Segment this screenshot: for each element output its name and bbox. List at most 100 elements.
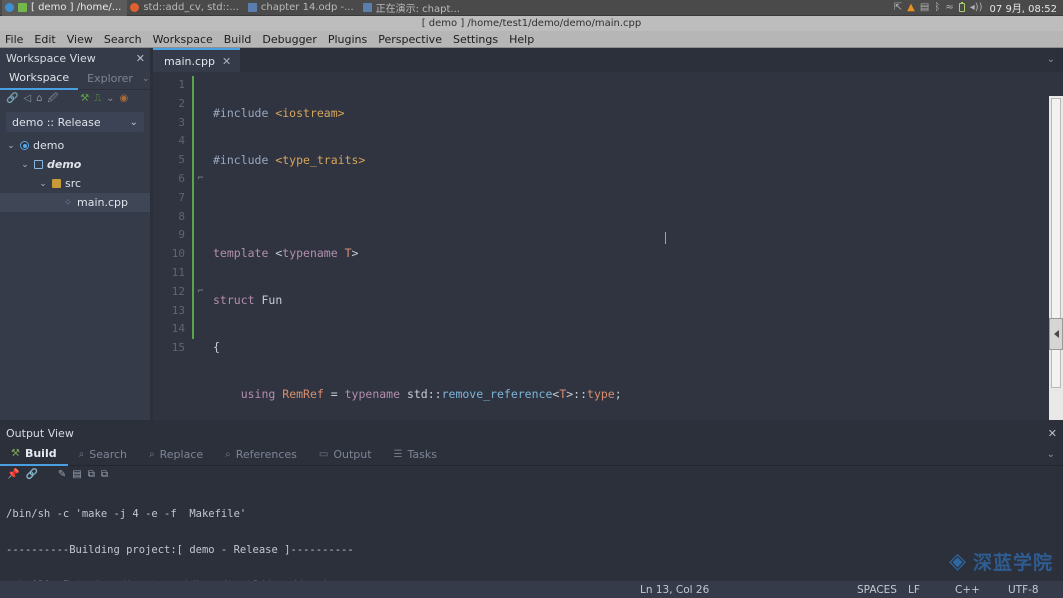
flag-icon[interactable]: ◁ — [23, 94, 31, 104]
fold-marker[interactable] — [196, 132, 205, 151]
build-log[interactable]: /bin/sh -c 'make -j 4 -e -f Makefile' --… — [0, 482, 1063, 583]
encoding[interactable]: UTF-8 — [1008, 584, 1039, 596]
tree-item-file-main-cpp[interactable]: ⁘ main.cpp — [0, 193, 150, 212]
menu-settings[interactable]: Settings — [453, 33, 498, 46]
twisty-icon[interactable]: ⌄ — [20, 160, 30, 170]
menu-search[interactable]: Search — [104, 33, 142, 46]
fold-marker[interactable] — [196, 76, 205, 95]
taskbar-item-label: [ demo ] /home/... — [31, 2, 121, 13]
menu-workspace[interactable]: Workspace — [153, 33, 213, 46]
menu-perspective[interactable]: Perspective — [378, 33, 442, 46]
tab-workspace[interactable]: Workspace — [0, 68, 78, 90]
fold-marker[interactable] — [196, 245, 205, 264]
wifi-icon[interactable]: ≈ — [945, 3, 953, 13]
close-icon[interactable]: ✕ — [222, 55, 231, 68]
link-icon[interactable]: 🔗 — [6, 94, 18, 104]
tab-references[interactable]: ⌕ References — [214, 443, 308, 466]
chevron-down-icon[interactable]: ⌄ — [1047, 54, 1063, 67]
fold-marker[interactable] — [196, 264, 205, 283]
run-icon[interactable]: ⚒ — [80, 94, 89, 104]
code-line: struct Fun — [213, 291, 1063, 310]
close-icon[interactable]: ✕ — [1048, 427, 1057, 440]
chevron-down-icon[interactable]: ⌄ — [106, 94, 114, 104]
build-config-selector[interactable]: demo :: Release ⌄ — [6, 112, 144, 132]
fold-marker[interactable] — [196, 189, 205, 208]
tab-build[interactable]: ⚒ Build — [0, 443, 68, 466]
home-icon[interactable]: ⌂ — [36, 94, 42, 104]
language-mode[interactable]: C++ — [955, 584, 980, 596]
warning-icon[interactable]: ▲ — [907, 2, 915, 13]
fold-marker[interactable] — [196, 114, 205, 133]
window-title: [ demo ] /home/test1/demo/demo/main.cpp — [422, 18, 642, 29]
fold-marker[interactable]: ⌐ — [196, 283, 205, 302]
menu-file[interactable]: File — [5, 33, 23, 46]
fold-marker[interactable] — [196, 320, 205, 339]
keyboard-icon[interactable]: ▤ — [920, 3, 929, 13]
menu-view[interactable]: View — [67, 33, 93, 46]
line-number: 4 — [153, 132, 191, 151]
code-line — [213, 198, 1063, 217]
menu-debugger[interactable]: Debugger — [262, 33, 316, 46]
tree-item-workspace[interactable]: ⌄ demo — [0, 136, 150, 155]
impress-icon — [248, 3, 257, 12]
menu-edit[interactable]: Edit — [34, 33, 55, 46]
tab-build-label: Build — [25, 447, 57, 460]
clean-icon[interactable]: ◉ — [120, 94, 129, 104]
taskbar-item-browser[interactable]: std::add_cv, std::... — [127, 0, 245, 16]
bluetooth-icon[interactable]: ᛒ — [934, 3, 940, 13]
fold-marker[interactable] — [196, 339, 205, 358]
panel-collapse-handle[interactable] — [1049, 318, 1063, 350]
taskbar-item-codelite[interactable]: [ demo ] /home/... — [2, 0, 127, 16]
tab-search-label: Search — [89, 448, 127, 461]
link-icon[interactable]: 🔗 — [25, 469, 37, 480]
build-config-value: demo :: Release — [12, 116, 101, 129]
fold-marker[interactable] — [196, 226, 205, 245]
tree-item-label: demo — [47, 158, 81, 171]
indent-mode[interactable]: SPACES — [857, 584, 897, 596]
tree-item-folder-src[interactable]: ⌄ src — [0, 174, 150, 193]
menu-help[interactable]: Help — [509, 33, 534, 46]
fold-marker[interactable] — [196, 151, 205, 170]
volume-icon[interactable]: ◂)) — [970, 3, 983, 13]
line-number: 12 — [153, 283, 191, 302]
twisty-icon[interactable]: ⌄ — [6, 141, 16, 151]
tree-item-project[interactable]: ⌄ demo — [0, 155, 150, 174]
copy-icon[interactable]: ⧉ — [88, 469, 95, 480]
tab-search[interactable]: ⌕ Search — [68, 443, 138, 466]
close-icon[interactable]: ✕ — [136, 53, 145, 64]
tab-replace[interactable]: ⌕ Replace — [138, 443, 214, 466]
fold-marker[interactable] — [196, 208, 205, 227]
fold-marker[interactable]: ⌐ — [196, 170, 205, 189]
upload-icon[interactable]: ⇱ — [894, 3, 902, 13]
save-icon[interactable]: ▤ — [72, 469, 81, 480]
eol-mode[interactable]: LF — [908, 584, 920, 596]
twisty-icon[interactable]: ⌄ — [38, 179, 48, 189]
code-text[interactable]: #include <iostream> #include <type_trait… — [205, 72, 1063, 420]
menu-plugins[interactable]: Plugins — [328, 33, 367, 46]
code-line: #include <type_traits> — [213, 151, 1063, 170]
workspace-view-header: Workspace View ✕ — [0, 48, 150, 68]
editor-vertical-scrollbar[interactable] — [1049, 96, 1063, 420]
chevron-down-icon[interactable]: ⌄ — [1047, 449, 1063, 460]
broom-icon[interactable]: ✎ — [58, 469, 66, 480]
battery-icon[interactable] — [959, 3, 965, 12]
tab-explorer[interactable]: Explorer — [78, 68, 142, 90]
tab-tasks[interactable]: ☰ Tasks — [383, 443, 448, 466]
taskbar-item-impress[interactable]: chapter 14.odp -... — [245, 0, 360, 16]
kde-icon — [5, 3, 14, 12]
search-icon: ⌕ — [225, 449, 231, 460]
menu-build[interactable]: Build — [224, 33, 252, 46]
tab-output[interactable]: ▭ Output — [308, 443, 383, 466]
pin-icon[interactable]: 📌 — [7, 469, 19, 480]
editor-tab-main-cpp[interactable]: main.cpp ✕ — [153, 48, 240, 72]
tab-output-label: Output — [333, 448, 371, 461]
fold-margin: ⌐ ⌐ — [196, 72, 205, 420]
system-tray: ⇱ ▲ ▤ ᛒ ≈ ◂)) 07 9月, 08:52 — [894, 0, 1063, 15]
build-icon[interactable]: ⎍ — [94, 94, 101, 104]
pin-icon[interactable]: 🖉 — [48, 94, 59, 104]
clock[interactable]: 07 9月, 08:52 — [988, 0, 1057, 15]
taskbar-item-presenting[interactable]: 正在演示: chapt... — [360, 0, 466, 16]
fold-marker[interactable] — [196, 302, 205, 321]
fold-marker[interactable] — [196, 95, 205, 114]
copyall-icon[interactable]: ⧉ — [101, 469, 108, 480]
